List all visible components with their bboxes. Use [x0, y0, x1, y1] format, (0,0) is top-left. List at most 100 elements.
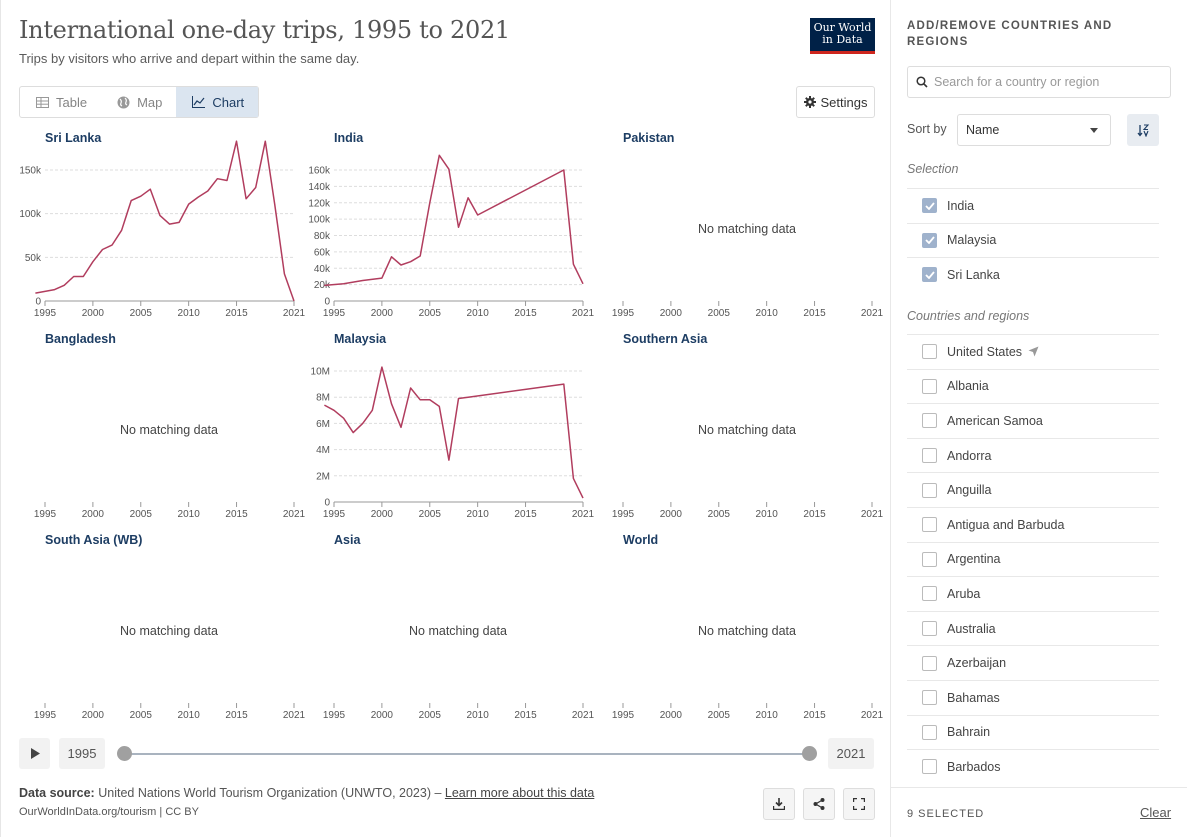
facet-chart: Pakistan 1995 2000 2005 2010 2015 2021 No match…	[597, 131, 884, 326]
countries-label: Countries and regions	[907, 309, 1030, 323]
checkbox-checked-icon[interactable]	[922, 232, 937, 248]
x-tick-label: 2005	[708, 308, 731, 319]
expand-icon	[853, 798, 865, 810]
x-tick-label: 1995	[34, 509, 57, 520]
checkbox-empty-icon[interactable]	[922, 378, 937, 394]
x-tick-label: 2021	[283, 308, 306, 319]
list-item-label: Bahamas	[947, 690, 1000, 705]
checkbox-empty-icon[interactable]	[922, 344, 937, 360]
country-list-item[interactable]: United States	[907, 334, 1159, 369]
country-list-item[interactable]: Bahrain	[907, 714, 1159, 750]
share-button[interactable]	[803, 788, 835, 820]
source-label: Data source:	[19, 786, 95, 800]
list-item-label: American Samoa	[947, 413, 1043, 428]
country-list-item[interactable]: Barbados	[907, 749, 1159, 784]
country-list-item[interactable]: Bahamas	[907, 680, 1159, 715]
x-tick-label: 1995	[34, 308, 57, 319]
country-list-item[interactable]: Albania	[907, 368, 1159, 404]
selection-list-item[interactable]: Malaysia	[907, 222, 1159, 258]
country-list-item[interactable]: Andorra	[907, 437, 1159, 473]
country-list-item[interactable]: Argentina	[907, 541, 1159, 577]
table-icon	[36, 96, 49, 108]
x-tick-label: 2010	[756, 308, 779, 319]
country-list-item[interactable]: Aruba	[907, 576, 1159, 611]
fullscreen-button[interactable]	[843, 788, 875, 820]
list-item-label: Azerbaijan	[947, 656, 1007, 671]
x-tick-label: 2005	[708, 509, 731, 520]
owid-logo[interactable]: Our World in Data	[810, 18, 875, 54]
learn-more-link[interactable]: Learn more about this data	[445, 786, 594, 800]
x-tick-label: 2000	[82, 308, 105, 319]
facet-plot: 1995 2000 2005 2010 2015 2021 0 50k 100k 150k	[19, 140, 306, 319]
checkbox-checked-icon[interactable]	[922, 267, 937, 283]
source-text: United Nations World Tourism Organizatio…	[98, 786, 442, 800]
play-button[interactable]	[19, 738, 50, 769]
x-tick-label: 2021	[283, 710, 306, 721]
timeline-end-handle[interactable]	[802, 746, 817, 761]
timeline-end-year[interactable]: 2021	[828, 738, 874, 769]
country-list-item[interactable]: Antigua and Barbuda	[907, 507, 1159, 542]
x-tick-label: 2010	[178, 308, 201, 319]
checkbox-empty-icon[interactable]	[922, 517, 937, 533]
y-tick-label: 2M	[316, 471, 330, 482]
y-tick-label: 150k	[19, 166, 42, 177]
x-tick-label: 1995	[323, 509, 346, 520]
tab-map[interactable]: Map	[101, 87, 176, 117]
x-tick-label: 2021	[861, 509, 884, 520]
checkbox-empty-icon[interactable]	[922, 621, 937, 637]
no-data-label: No matching data	[698, 423, 796, 437]
y-tick-label: 80k	[314, 231, 331, 242]
country-list-item[interactable]: Anguilla	[907, 472, 1159, 507]
selection-label: Selection	[907, 162, 959, 176]
search-input[interactable]: Search for a country or region	[907, 66, 1171, 98]
country-list-item[interactable]: Australia	[907, 610, 1159, 646]
no-data-label: No matching data	[120, 423, 218, 437]
timeline-start-year[interactable]: 1995	[59, 738, 105, 769]
selection-list-item[interactable]: India	[907, 188, 1159, 223]
x-tick-label: 1995	[612, 308, 635, 319]
x-tick-label: 2000	[660, 308, 683, 319]
x-tick-label: 1995	[323, 710, 346, 721]
chevron-down-icon	[1090, 128, 1098, 133]
view-tabs: Table Map Chart	[19, 86, 260, 118]
checkbox-empty-icon[interactable]	[922, 759, 937, 775]
selection-list-item[interactable]: Sri Lanka	[907, 257, 1159, 292]
x-tick-label: 2015	[803, 710, 826, 721]
x-tick-label: 2015	[514, 308, 537, 319]
checkbox-empty-icon[interactable]	[922, 482, 937, 498]
x-tick-label: 2000	[660, 710, 683, 721]
y-tick-label: 0	[324, 498, 330, 509]
y-tick-label: 8M	[316, 393, 330, 404]
list-item-label: Sri Lanka	[947, 267, 1000, 282]
tab-table[interactable]: Table	[20, 87, 101, 117]
timeline-start-handle[interactable]	[117, 746, 132, 761]
checkbox-empty-icon[interactable]	[922, 724, 937, 740]
country-list-item[interactable]: Azerbaijan	[907, 645, 1159, 680]
checkbox-checked-icon[interactable]	[922, 198, 937, 214]
checkbox-empty-icon[interactable]	[922, 448, 937, 464]
x-tick-label: 2000	[660, 509, 683, 520]
checkbox-empty-icon[interactable]	[922, 413, 937, 429]
sort-direction-button[interactable]	[1127, 114, 1159, 146]
checkbox-empty-icon[interactable]	[922, 551, 937, 567]
facet-chart: Malaysia 1995 2000 2005 2010 2015 2021 0 2M 4M 6M 8…	[308, 332, 595, 527]
timeline-track[interactable]	[124, 753, 810, 755]
x-tick-label: 2015	[803, 509, 826, 520]
sort-select[interactable]: Name	[957, 114, 1111, 146]
clear-button[interactable]: Clear	[1140, 805, 1171, 820]
country-list-item[interactable]: American Samoa	[907, 403, 1159, 438]
list-item-label: Andorra	[947, 448, 992, 463]
download-button[interactable]	[763, 788, 795, 820]
x-tick-label: 2015	[225, 710, 248, 721]
location-arrow-icon	[1028, 346, 1039, 357]
settings-button[interactable]: Settings	[796, 86, 875, 118]
search-placeholder: Search for a country or region	[934, 75, 1100, 89]
selected-count: 9 SELECTED	[907, 808, 985, 820]
checkbox-empty-icon[interactable]	[922, 690, 937, 706]
line-chart-icon	[192, 96, 206, 108]
list-item-label: Bahrain	[947, 725, 991, 740]
no-data-label: No matching data	[698, 624, 796, 638]
checkbox-empty-icon[interactable]	[922, 586, 937, 602]
checkbox-empty-icon[interactable]	[922, 655, 937, 671]
tab-chart[interactable]: Chart	[176, 87, 259, 117]
